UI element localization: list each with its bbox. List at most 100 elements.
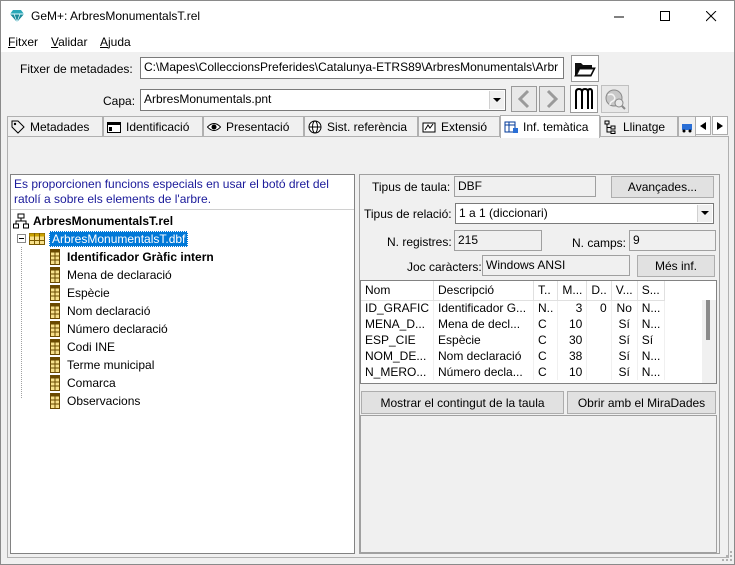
tree-root-label: ArbresMonumentalsT.rel xyxy=(33,213,174,228)
fitxer-label: Fitxer de metadades: xyxy=(20,62,133,76)
tab-scroll-right-button[interactable] xyxy=(712,116,728,135)
menu-fitxer[interactable]: Fitxer xyxy=(8,35,38,49)
metadata-tree[interactable]: ArbresMonumentalsT.rel ArbresMonumentals… xyxy=(11,209,354,553)
table-row[interactable]: N_MERO... Número decla... C 10 Sí N... xyxy=(361,364,666,380)
table-row[interactable]: NOM_DE... Nom declaració C 38 Sí N... xyxy=(361,348,666,364)
content-preview-area xyxy=(360,415,717,553)
tree-field-node[interactable]: Terme municipal xyxy=(47,356,154,373)
joc-caracters-label: Joc caràcters: xyxy=(407,260,482,274)
menu-validar-label: alidar xyxy=(58,35,88,49)
table-cell: Mena de decl... xyxy=(433,316,535,332)
menu-ajuda-label: juda xyxy=(108,35,131,49)
tree-field-label: Codi INE xyxy=(67,339,116,354)
tree-hint-text: Es proporcionen funcions especials en us… xyxy=(14,177,329,206)
tab-scroll-left-button[interactable] xyxy=(695,116,711,135)
tipus-relacio-label: Tipus de relació: xyxy=(364,207,452,221)
tree-field-label: Observacions xyxy=(67,393,141,408)
tab-identificacio-label: Identificació xyxy=(126,120,190,134)
table-row[interactable]: ID_GRAFIC Identificador G... N.. 3 0 No N... xyxy=(361,300,666,316)
avancades-button[interactable]: Avançades... xyxy=(611,176,714,198)
menu-bar: Fitxer Validar Ajuda xyxy=(1,31,734,52)
tab-extensio[interactable]: Extensió xyxy=(418,116,500,137)
grid-column-header[interactable]: M... xyxy=(557,281,588,301)
table-cell xyxy=(586,348,612,364)
field-column-icon xyxy=(50,266,60,283)
table-cell xyxy=(586,364,612,380)
table-cell: N... xyxy=(637,300,666,316)
chevron-down-icon xyxy=(493,97,501,102)
globe-metadata-button[interactable] xyxy=(601,85,629,113)
maximize-button[interactable] xyxy=(642,1,688,31)
table-cell: Sí xyxy=(611,348,638,364)
tree-field-node[interactable]: Comarca xyxy=(47,374,116,391)
close-button[interactable] xyxy=(688,1,734,31)
grid-column-header[interactable]: D.. xyxy=(586,281,612,301)
mes-inf-button[interactable]: Més inf. xyxy=(637,255,715,277)
tree-field-node[interactable]: Número declaració xyxy=(47,320,168,337)
globe-search-icon xyxy=(605,89,626,110)
globe-icon xyxy=(308,120,322,134)
relation-tree-icon xyxy=(13,213,29,228)
resize-grip-icon[interactable] xyxy=(721,550,733,562)
grid-column-header[interactable]: V... xyxy=(611,281,638,301)
tree-root[interactable]: ArbresMonumentalsT.rel xyxy=(13,212,173,229)
next-button[interactable] xyxy=(539,86,565,112)
open-folder-button[interactable] xyxy=(571,55,599,82)
grid-vertical-scrollbar[interactable] xyxy=(702,300,716,383)
capa-dropdown-arrow[interactable] xyxy=(489,91,504,109)
table-cell: Espècie xyxy=(433,332,535,348)
capa-select[interactable]: ArbresMonumentals.pnt xyxy=(140,89,506,111)
minimize-button[interactable] xyxy=(596,1,642,31)
tab-sist-referencia[interactable]: Sist. referència xyxy=(304,116,418,137)
tipus-relacio-select[interactable]: 1 a 1 (diccionari) xyxy=(455,203,714,224)
tree-field-node[interactable]: Nom declaració xyxy=(47,302,150,319)
tab-presentacio[interactable]: Presentació xyxy=(203,116,304,137)
arrow-right-icon xyxy=(717,121,723,130)
table-row[interactable]: MENA_D... Mena de decl... C 10 Sí N... xyxy=(361,316,666,332)
tipus-relacio-dropdown-arrow[interactable] xyxy=(697,205,712,222)
field-column-icon xyxy=(50,284,60,301)
tree-field-node[interactable]: Espècie xyxy=(47,284,110,301)
tab-inf-tematica[interactable]: Inf. temàtica xyxy=(500,115,600,138)
tab-identificacio[interactable]: Identificació xyxy=(103,116,203,137)
tree-pane: Es proporcionen funcions especials en us… xyxy=(10,174,355,554)
tree-field-node[interactable]: Observacions xyxy=(47,392,140,409)
obrir-miradades-button[interactable]: Obrir amb el MiraDades xyxy=(567,391,716,414)
capa-select-value: ArbresMonumentals.pnt xyxy=(144,92,272,106)
grid-column-header[interactable]: T.. xyxy=(533,281,559,301)
chevron-down-icon xyxy=(701,211,709,215)
lineage-icon xyxy=(604,120,616,134)
table-cell: Nom declaració xyxy=(433,348,535,364)
mostrar-contingut-button[interactable]: Mostrar el contingut de la taula xyxy=(361,391,564,414)
grid-column-header[interactable]: Descripció xyxy=(433,281,535,301)
n-camps-label: N. camps: xyxy=(572,236,627,250)
tree-field-node[interactable]: Mena de declaració xyxy=(47,266,172,283)
arrow-left-icon xyxy=(700,121,706,130)
tree-field-node[interactable]: Codi INE xyxy=(47,338,115,355)
title-bar: GeM+: ArbresMonumentalsT.rel xyxy=(1,1,734,31)
tab-llinatge[interactable]: Llinatge xyxy=(600,116,678,137)
grid-scroll-thumb[interactable] xyxy=(706,300,710,340)
menu-fitxer-label: itxer xyxy=(15,35,39,49)
fitxer-path-field[interactable]: C:\Mapes\ColleccionsPreferides\Catalunya… xyxy=(140,57,564,79)
grid-column-header[interactable]: Nom xyxy=(361,281,435,301)
miramon-button[interactable] xyxy=(570,85,598,113)
table-cell: 10 xyxy=(557,316,588,332)
field-column-icon xyxy=(50,392,60,409)
tree-field-node[interactable]: Identificador Gràfic intern xyxy=(47,248,214,265)
tree-table-node[interactable]: ArbresMonumentalsT.dbf xyxy=(17,230,189,247)
grid-column-header[interactable]: S... xyxy=(637,281,666,301)
close-icon xyxy=(705,10,716,21)
menu-ajuda[interactable]: Ajuda xyxy=(100,35,131,49)
fields-grid[interactable]: Nom Descripció T.. M... D.. V... S... ID_GRAFI… xyxy=(360,280,717,384)
tab-inf-tematica-label: Inf. temàtica xyxy=(523,120,589,134)
tree-table-label: ArbresMonumentalsT.dbf xyxy=(49,230,189,247)
chevron-right-icon xyxy=(546,89,559,109)
table-row[interactable]: ESP_CIE Espècie C 30 Sí Sí xyxy=(361,332,666,348)
table-cell: Sí xyxy=(611,332,638,348)
tab-overflow-partial[interactable] xyxy=(678,116,696,137)
previous-button[interactable] xyxy=(511,86,537,112)
menu-validar[interactable]: Validar xyxy=(51,35,87,49)
tab-metadades[interactable]: Metadades xyxy=(7,116,103,137)
n-camps-field: 9 xyxy=(629,230,716,251)
